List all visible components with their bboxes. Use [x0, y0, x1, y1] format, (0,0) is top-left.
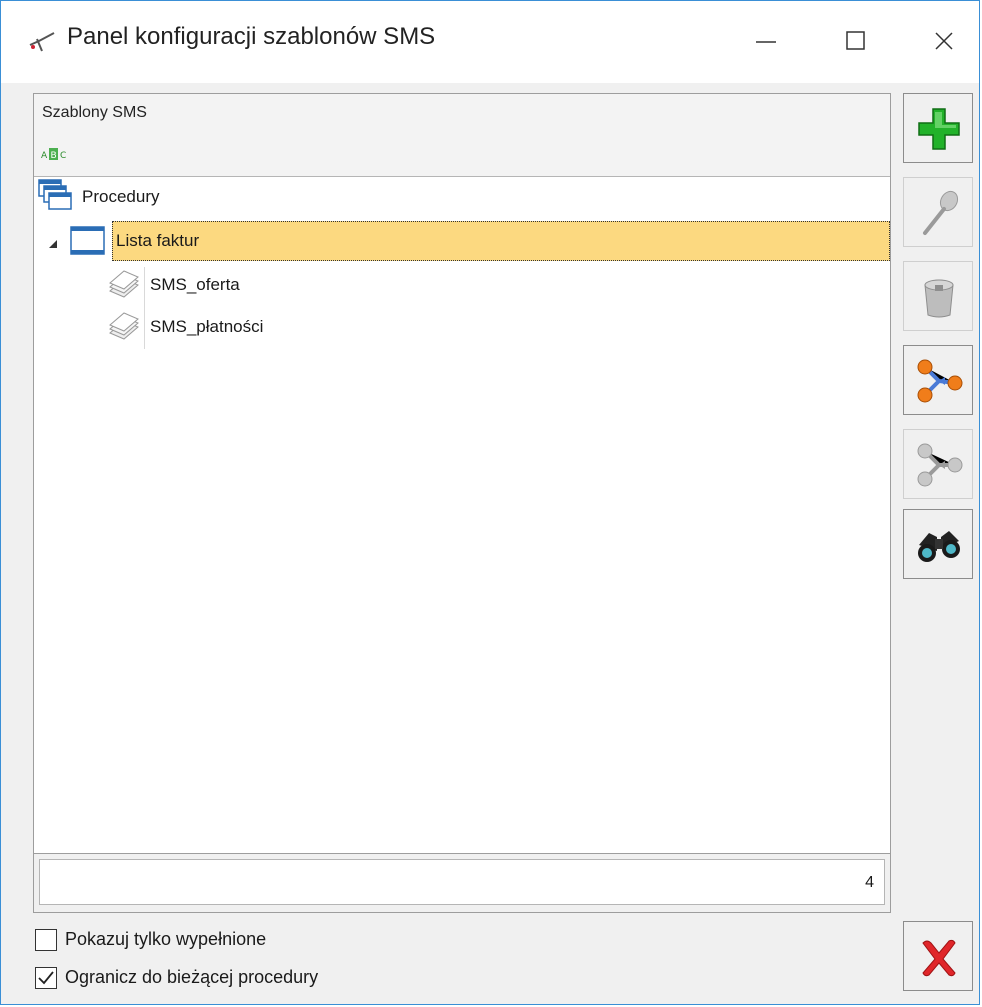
- tree-node-label: SMS_oferta: [150, 275, 240, 294]
- app-tools-icon: [29, 32, 55, 52]
- minimize-button[interactable]: [741, 19, 791, 63]
- delete-button[interactable]: [903, 261, 973, 331]
- tree-node-sms-payments[interactable]: SMS_płatności: [104, 307, 890, 347]
- unassign-button[interactable]: [903, 429, 973, 499]
- svg-text:A: A: [41, 151, 48, 161]
- expanded-triangle-icon[interactable]: [48, 239, 58, 249]
- tree-node-label: Lista faktur: [116, 231, 200, 250]
- binoculars-icon: [918, 531, 960, 562]
- sms-templates-panel: Szablony SMS A B C Procedury Lista faktu…: [33, 93, 891, 913]
- document-stack-icon: [109, 270, 139, 298]
- panel-header: Szablony SMS: [34, 94, 890, 133]
- maximize-icon: [846, 31, 865, 50]
- limit-procedure-checkbox[interactable]: [35, 967, 57, 989]
- green-plus-icon: [918, 108, 960, 150]
- window-close-button[interactable]: [919, 19, 969, 63]
- record-count: 4: [865, 874, 874, 891]
- panel-toolbar: A B C: [34, 132, 890, 177]
- window-list-icon: [70, 226, 105, 255]
- magnifier-icon: [923, 190, 959, 235]
- tree-node-procedures[interactable]: Procedury: [34, 177, 890, 217]
- maximize-button[interactable]: [831, 19, 881, 63]
- tree-node-sms-offer[interactable]: SMS_oferta: [104, 265, 890, 305]
- sort-abc-icon[interactable]: A B C: [41, 146, 71, 162]
- window-title: Panel konfiguracji szablonów SMS: [67, 23, 436, 50]
- assign-button[interactable]: [903, 345, 973, 415]
- dialog-window: Panel konfiguracji szablonów SMS Szablon…: [0, 0, 980, 1005]
- show-filled-option[interactable]: Pokazuj tylko wypełnione: [35, 927, 435, 955]
- show-filled-checkbox[interactable]: [35, 929, 57, 951]
- svg-text:C: C: [60, 151, 66, 161]
- templates-tree[interactable]: Procedury Lista faktur SMS_oferta SMS_pł…: [34, 177, 890, 854]
- trash-icon: [924, 279, 954, 318]
- red-x-icon: [922, 939, 956, 977]
- show-filled-label: Pokazuj tylko wypełnione: [65, 929, 267, 949]
- edit-button[interactable]: [903, 177, 973, 247]
- record-count-field: 4: [39, 859, 885, 905]
- limit-procedure-option[interactable]: Ogranicz do bieżącej procedury: [35, 965, 455, 993]
- molecule-icon: [917, 359, 963, 403]
- tree-node-invoice-list[interactable]: Lista faktur: [68, 221, 890, 261]
- minimize-icon: [756, 41, 776, 43]
- svg-text:B: B: [51, 151, 57, 161]
- procedures-icon: [38, 179, 72, 210]
- close-icon: [935, 32, 953, 50]
- tree-node-label: Procedury: [82, 187, 160, 206]
- document-stack-icon: [109, 312, 139, 340]
- panel-footer: 4: [34, 854, 890, 912]
- panel-header-label: Szablony SMS: [42, 104, 147, 121]
- search-button[interactable]: [903, 509, 973, 579]
- tree-node-label: SMS_płatności: [150, 317, 264, 336]
- molecule-gray-icon: [917, 443, 963, 487]
- close-button[interactable]: [903, 921, 973, 991]
- title-bar[interactable]: Panel konfiguracji szablonów SMS: [1, 1, 979, 83]
- add-button[interactable]: [903, 93, 973, 163]
- limit-procedure-label: Ogranicz do bieżącej procedury: [65, 967, 319, 987]
- checkmark-icon: [38, 971, 54, 985]
